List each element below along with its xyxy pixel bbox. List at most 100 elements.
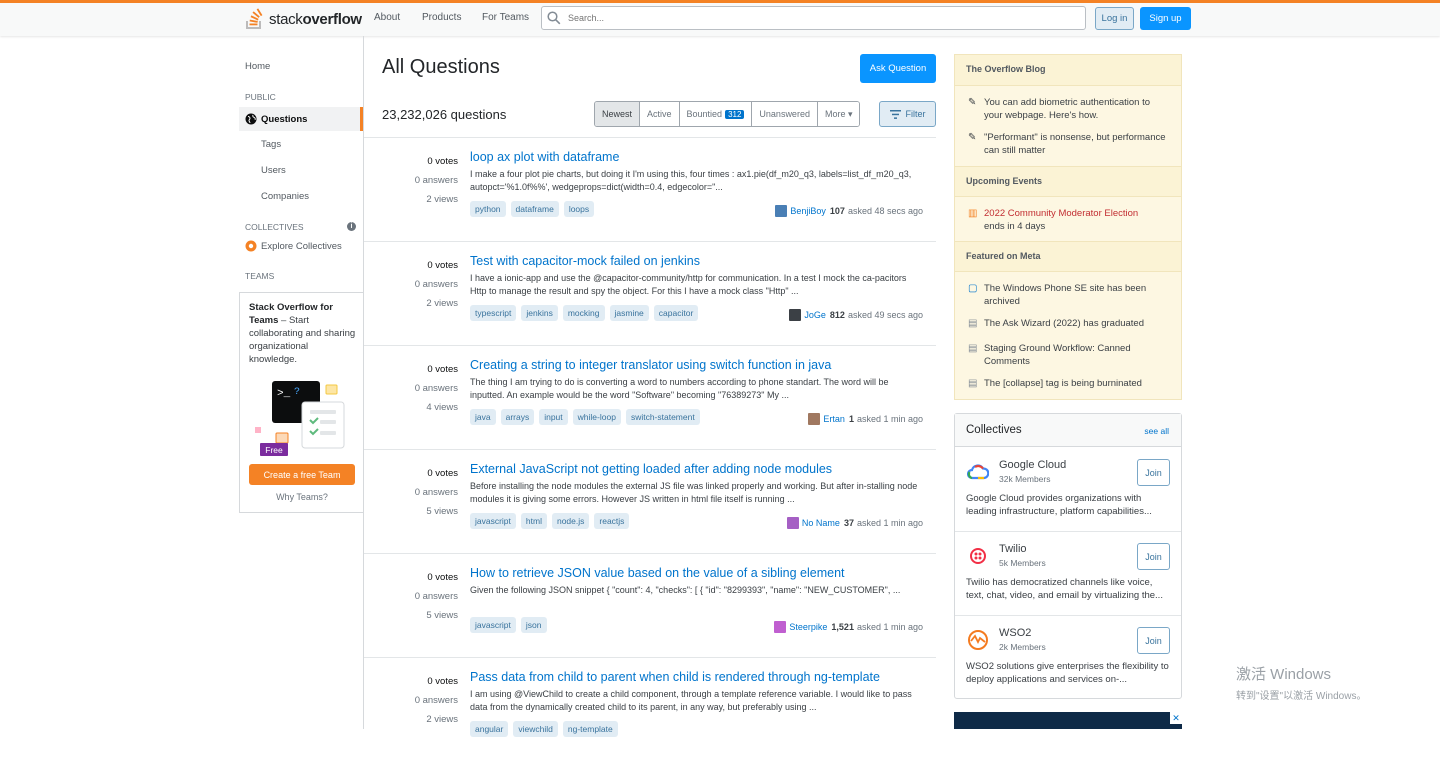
question-tag[interactable]: ng-template (562, 721, 618, 737)
question-tag[interactable]: dataframe (510, 201, 559, 217)
tab-unanswered[interactable]: Unanswered (752, 102, 818, 126)
nav-about[interactable]: About (374, 12, 400, 23)
asked-time: asked 1 min ago (856, 518, 923, 528)
meta-item[interactable]: ▤ The [collapse] tag is being burninated (968, 377, 1168, 390)
user-name[interactable]: JoGe (804, 310, 826, 320)
question-tag[interactable]: reactjs (594, 513, 630, 529)
question-tag[interactable]: input (539, 409, 568, 425)
meta-item[interactable]: ▢ The Windows Phone SE site has been arch… (968, 282, 1168, 308)
question-tag[interactable]: html (520, 513, 547, 529)
question-tags: angular viewchild ng-template (470, 721, 618, 737)
create-team-button[interactable]: Create a free Team (249, 464, 355, 485)
question-title[interactable]: loop ax plot with dataframe (470, 150, 619, 164)
info-icon[interactable]: i (347, 222, 356, 231)
question-title[interactable]: External JavaScript not getting loaded a… (470, 462, 832, 476)
sidebar-item-home[interactable]: Home (245, 61, 270, 72)
watermark-line2: 转到"设置"以激活 Windows。 (1236, 691, 1367, 702)
asked-time: asked 49 secs ago (847, 310, 923, 320)
question-tag[interactable]: switch-statement (625, 409, 700, 425)
user-name[interactable]: BenjiBoy (790, 206, 826, 216)
question-summary: 0 votes 0 answers 2 views loop ax plot w… (364, 137, 936, 242)
user-name[interactable]: Steerpike (789, 622, 827, 632)
question-title[interactable]: Creating a string to integer translator … (470, 358, 831, 372)
question-tag[interactable]: while-loop (572, 409, 621, 425)
tab-bountied[interactable]: Bountied 312 (679, 102, 753, 126)
tab-newest[interactable]: Newest (595, 102, 641, 126)
avatar[interactable] (789, 309, 802, 321)
sidebar-item-companies[interactable]: Companies (261, 191, 309, 202)
question-title[interactable]: Test with capacitor-mock failed on jenki… (470, 254, 700, 268)
question-tag[interactable]: jenkins (521, 305, 558, 321)
sort-tabs: Newest Active Bountied 312 Unanswered Mor… (594, 101, 861, 127)
question-author: JoGe 812 asked 49 secs ago (789, 309, 923, 321)
question-excerpt: I make a four plot pie charts, but doing… (470, 169, 912, 192)
question-tag[interactable]: java (470, 409, 496, 425)
question-tag[interactable]: angular (470, 721, 509, 737)
sidebar-item-tags[interactable]: Tags (261, 139, 281, 150)
vote-count: 0 votes (427, 364, 458, 375)
stack-icon: ▤ (968, 378, 978, 389)
question-tag[interactable]: typescript (470, 305, 517, 321)
stack-overflow-logo[interactable]: stackoverflow (245, 6, 362, 32)
join-button[interactable]: Join (1137, 459, 1170, 486)
avatar[interactable] (775, 205, 788, 217)
question-tag[interactable]: json (520, 617, 547, 633)
avatar[interactable] (808, 413, 821, 425)
question-tag[interactable]: jasmine (609, 305, 649, 321)
search-input[interactable] (566, 9, 1070, 27)
nav-products[interactable]: Products (422, 12, 461, 23)
why-teams-link[interactable]: Why Teams? (240, 492, 364, 502)
sidebar-section-collectives: COLLECTIVES (245, 222, 304, 232)
filter-button[interactable]: Filter (879, 101, 936, 127)
windows-activation-watermark: 激活 Windows 转到"设置"以激活 Windows。 (1236, 663, 1366, 702)
collective-name[interactable]: WSO2 (999, 627, 1031, 639)
sidebar-item-questions[interactable]: Questions (239, 107, 363, 131)
sidebar-item-explore-collectives[interactable]: Explore Collectives (245, 240, 342, 252)
question-tag[interactable]: loops (563, 201, 595, 217)
close-ad-icon[interactable]: ✕ (1170, 712, 1182, 724)
search-box[interactable] (541, 6, 1086, 30)
avatar[interactable] (774, 621, 787, 633)
tab-more[interactable]: More ▾ (817, 102, 860, 126)
see-all-link[interactable]: see all (1144, 426, 1169, 436)
avatar[interactable] (786, 517, 799, 529)
question-tag[interactable]: node.js (551, 513, 590, 529)
blog-item[interactable]: ✎ "Performant" is nonsense, but performan… (968, 131, 1168, 157)
blog-item[interactable]: ✎ You can add biometric authentication to… (968, 96, 1168, 122)
collective-description: Google Cloud provides organizations with… (966, 493, 1152, 517)
free-badge: Free (260, 443, 288, 456)
nav-for-teams[interactable]: For Teams (482, 12, 529, 23)
view-count: 4 views (426, 402, 458, 413)
event-item[interactable]: ▥ 2022 Community Moderator Election ends … (968, 207, 1168, 233)
question-tag[interactable]: arrays (500, 409, 535, 425)
question-tag[interactable]: python (470, 201, 506, 217)
user-name[interactable]: Ertan (823, 414, 845, 424)
question-title[interactable]: How to retrieve JSON value based on the … (470, 566, 845, 580)
question-tag[interactable]: viewchild (513, 721, 558, 737)
question-tag[interactable]: capacitor (653, 305, 699, 321)
question-tag[interactable]: mocking (562, 305, 605, 321)
answer-count: 0 answers (414, 175, 458, 186)
meta-item[interactable]: ▤ The Ask Wizard (2022) has graduated (968, 317, 1168, 330)
advertisement-banner[interactable]: ✕ (954, 712, 1182, 729)
collective-name[interactable]: Twilio (999, 543, 1027, 555)
signup-button[interactable]: Sign up (1140, 7, 1191, 30)
login-button[interactable]: Log in (1095, 7, 1134, 30)
question-tag[interactable]: javascript (470, 617, 516, 633)
collective-name[interactable]: Google Cloud (999, 459, 1066, 471)
view-count: 5 views (426, 506, 458, 517)
watermark-line1: 激活 Windows (1236, 666, 1332, 683)
ask-question-button[interactable]: Ask Question (860, 54, 936, 83)
svg-text:>_: >_ (277, 388, 291, 400)
sidebar-item-users[interactable]: Users (261, 165, 286, 176)
question-title[interactable]: Pass data from child to parent when chil… (470, 670, 880, 684)
question-tag[interactable]: javascript (470, 513, 516, 529)
question-stats: 0 votes 0 answers 4 views (364, 360, 458, 417)
search-icon (547, 11, 561, 25)
join-button[interactable]: Join (1137, 543, 1170, 570)
join-button[interactable]: Join (1137, 627, 1170, 654)
meta-item[interactable]: ▤ Staging Ground Workflow: Canned Comment… (968, 342, 1168, 368)
user-name[interactable]: No Name (802, 518, 840, 528)
collective-members: 32k Members (999, 474, 1051, 484)
tab-active[interactable]: Active (640, 102, 680, 126)
